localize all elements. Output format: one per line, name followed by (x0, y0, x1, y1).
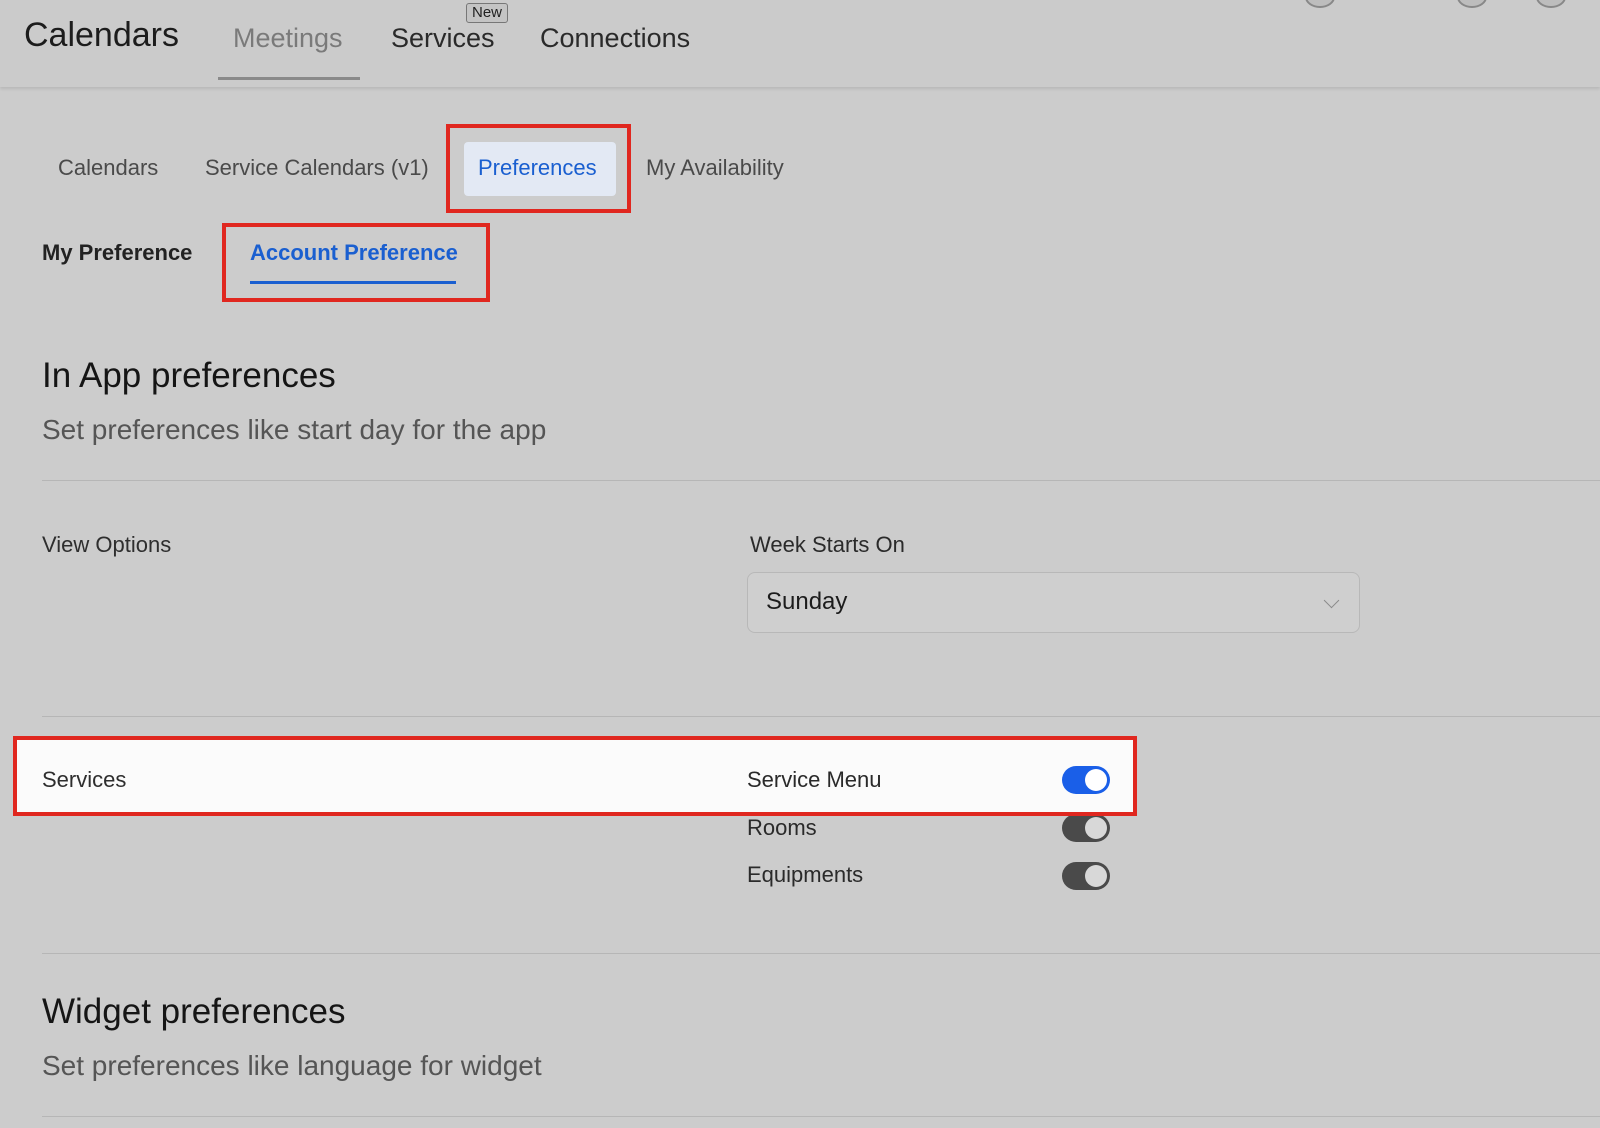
header-icon[interactable] (1305, 0, 1335, 8)
top-header: Calendars Meetings New Services Connecti… (0, 0, 1600, 87)
divider (42, 716, 1600, 717)
new-badge: New (466, 3, 509, 23)
section-subtitle-in-app: Set preferences like start day for the a… (42, 414, 547, 445)
subtab-service-calendars[interactable]: Service Calendars (v1) (205, 155, 429, 181)
header-icon[interactable] (1457, 0, 1487, 8)
highlight-box-services (13, 736, 1137, 816)
tab-meetings[interactable]: Meetings (233, 23, 343, 54)
view-options-label: View Options (42, 532, 172, 557)
tab-connections[interactable]: Connections (540, 23, 690, 54)
subtab-my-availability[interactable]: My Availability (646, 155, 784, 181)
divider (42, 1116, 1600, 1117)
subtab-calendars[interactable]: Calendars (58, 155, 158, 181)
rooms-label: Rooms (747, 815, 817, 840)
rooms-toggle[interactable] (1062, 814, 1110, 842)
tab-services[interactable]: Services (391, 23, 495, 54)
highlight-box-preferences (446, 124, 631, 213)
week-starts-value: Sunday (766, 588, 848, 615)
app-title: Calendars (24, 16, 179, 54)
week-starts-label: Week Starts On (750, 532, 905, 557)
highlight-box-account-preference (222, 223, 490, 302)
section-title-widget: Widget preferences (42, 992, 346, 1031)
divider (42, 953, 1600, 954)
week-starts-select[interactable]: Sunday (747, 572, 1360, 633)
chevron-down-icon (1323, 592, 1340, 609)
equipments-label: Equipments (747, 862, 864, 887)
avatar[interactable] (1536, 0, 1566, 8)
tab-meetings-underline (218, 77, 360, 80)
divider (42, 480, 1600, 481)
section-title-in-app: In App preferences (42, 356, 336, 395)
toggle-knob (1085, 865, 1107, 887)
toggle-knob (1085, 817, 1107, 839)
section-subtitle-widget: Set preferences like language for widget (42, 1050, 542, 1081)
tab-my-preference[interactable]: My Preference (42, 240, 192, 266)
equipments-toggle[interactable] (1062, 862, 1110, 890)
